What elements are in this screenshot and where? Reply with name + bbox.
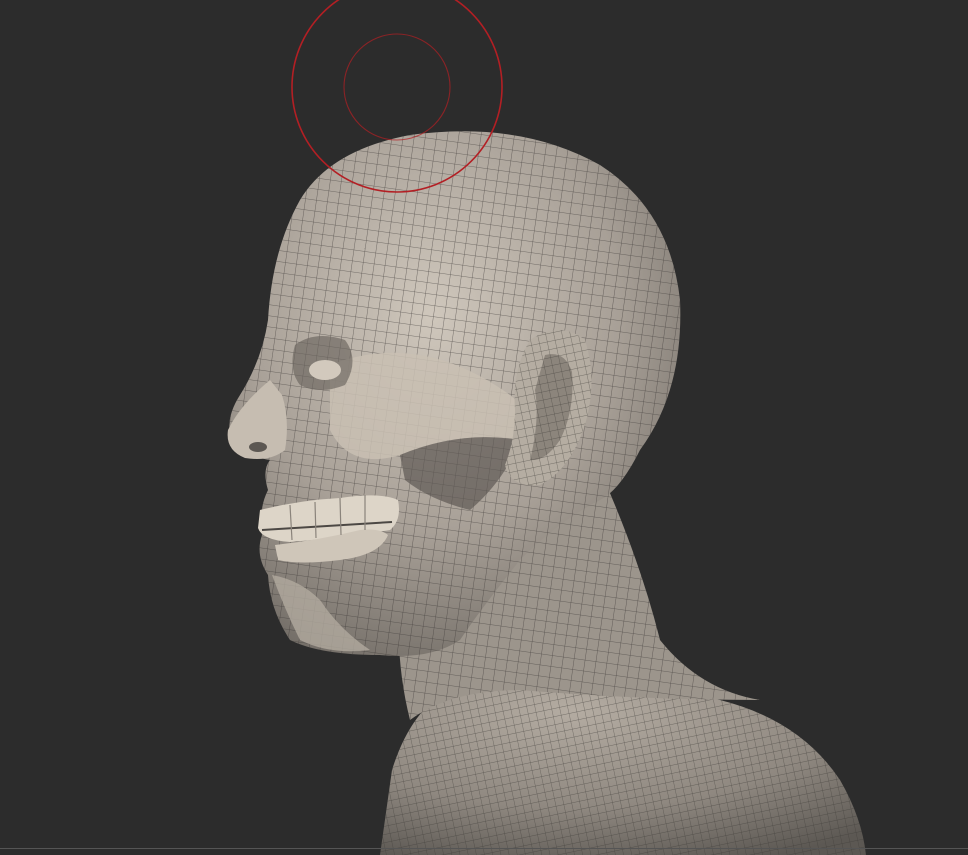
- shoulder-mesh: [380, 674, 866, 855]
- viewport-bottom-divider: [0, 848, 968, 849]
- eye: [309, 360, 341, 380]
- sculpt-viewport[interactable]: [0, 0, 968, 855]
- sculpt-canvas[interactable]: [0, 0, 968, 855]
- nostril: [249, 442, 267, 452]
